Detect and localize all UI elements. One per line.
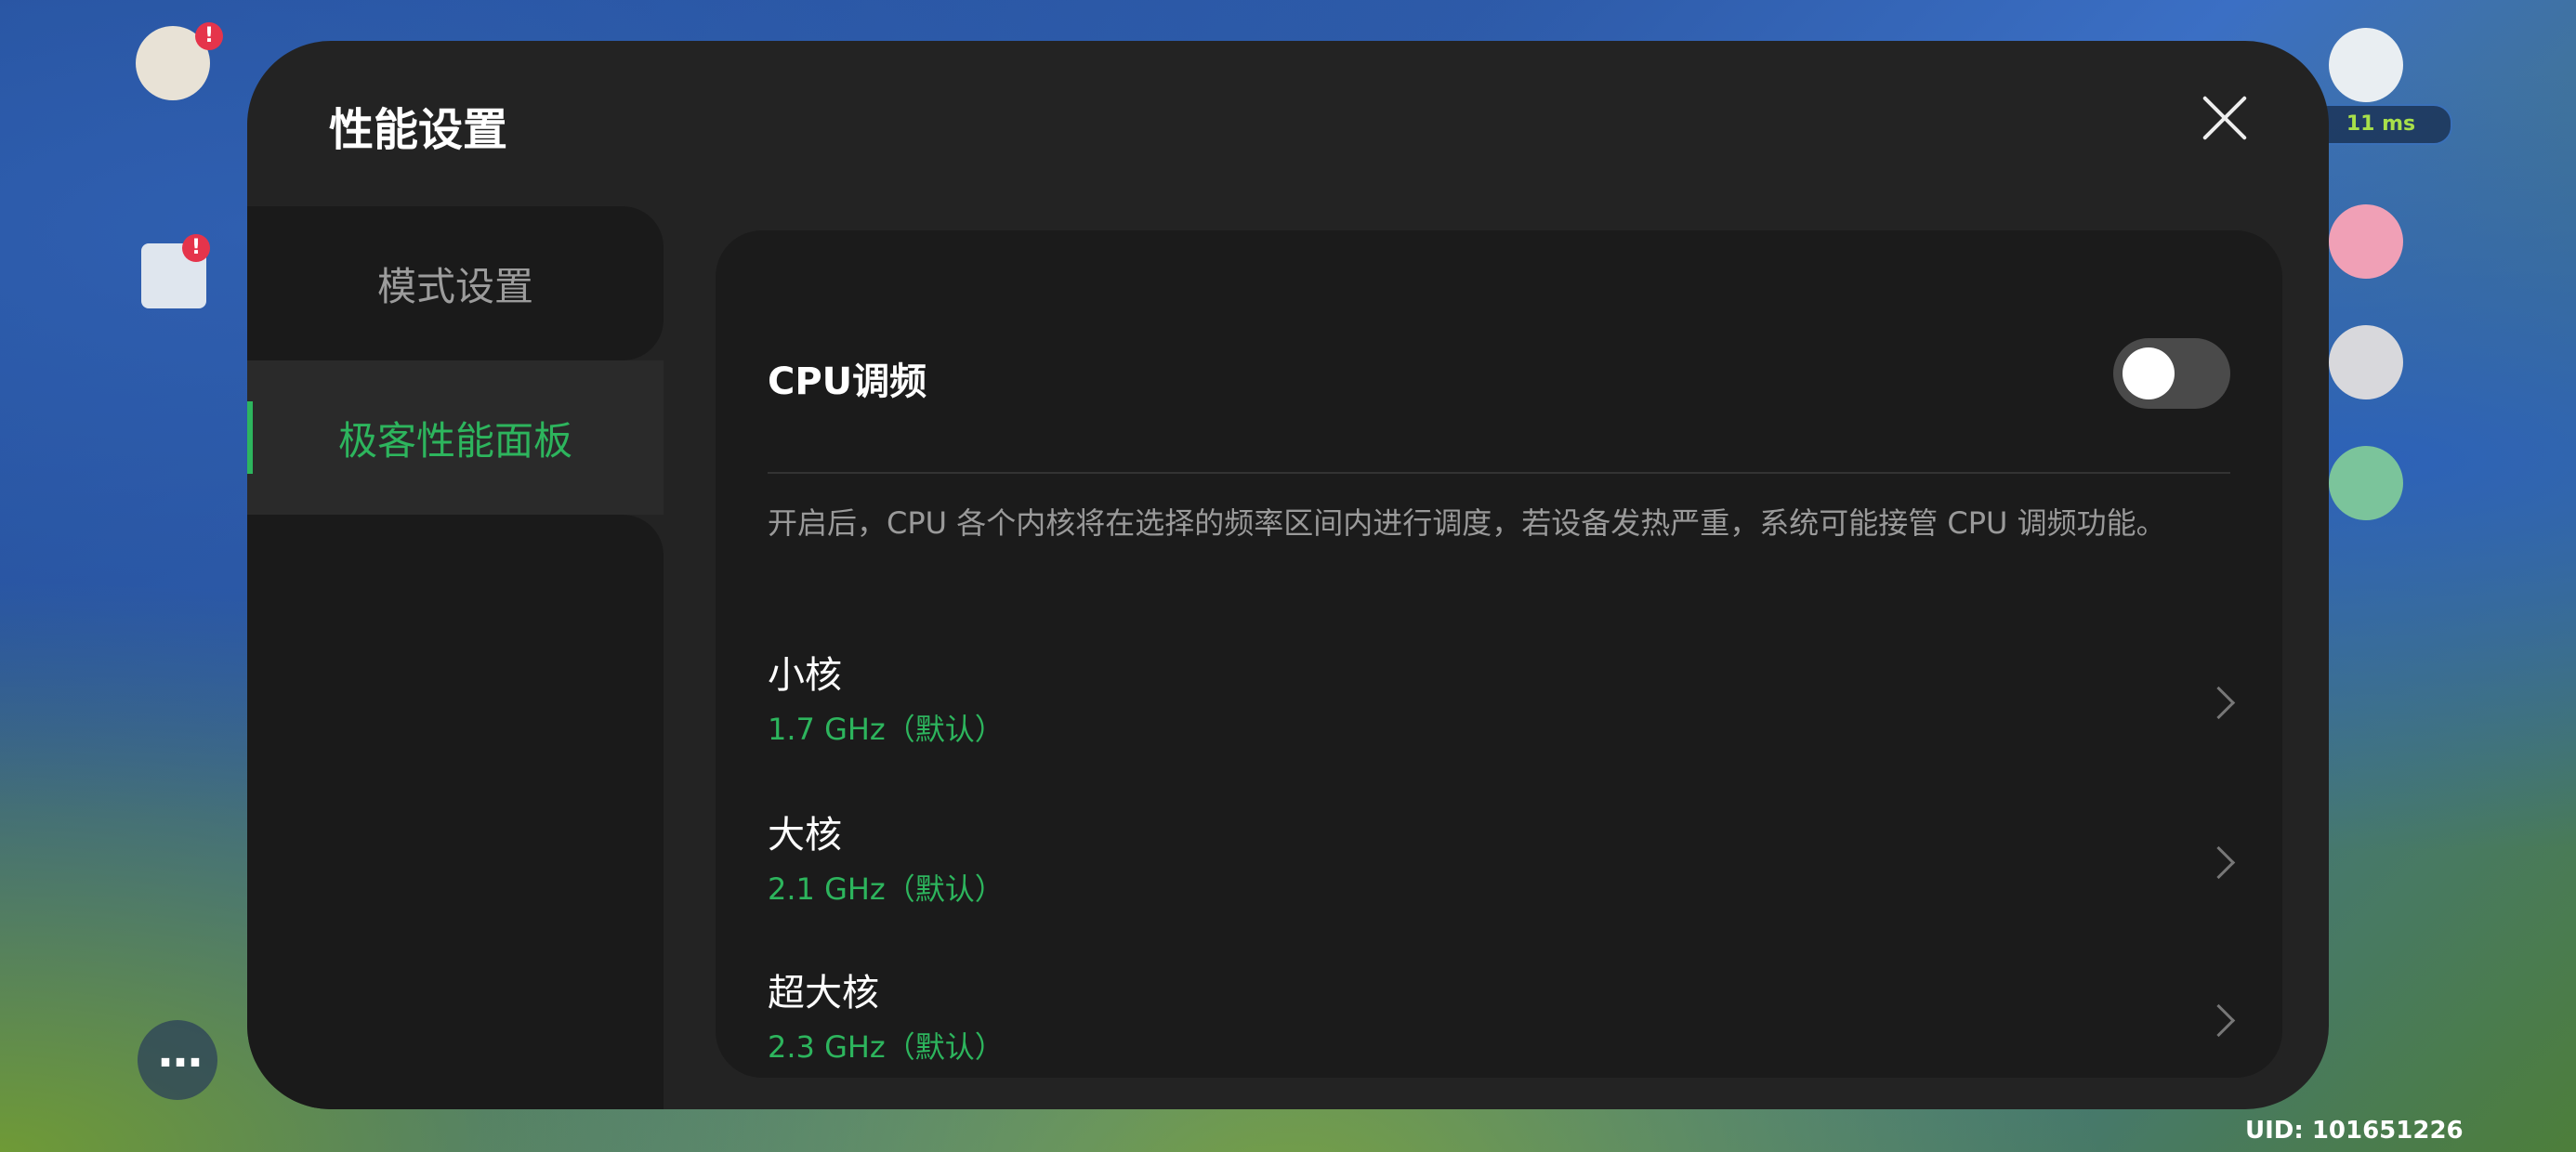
notification-badge: ! [182, 234, 210, 262]
core-name: 大核 [768, 814, 842, 857]
party-member-avatar[interactable] [2329, 204, 2403, 279]
cpu-frequency-label: CPU调频 [768, 360, 927, 403]
chevron-right-icon [2201, 1003, 2236, 1038]
core-row-prime[interactable]: 超大核 2.3 GHz（默认） [716, 962, 2282, 1109]
modal-title: 性能设置 [329, 104, 508, 156]
performance-settings-modal: 性能设置 模式设置 极客性能面板 CPU调频 开启后，CPU 各个内核将在选择的… [247, 41, 2329, 1109]
sidebar-item-label: 极客性能面板 [337, 417, 572, 464]
divider [768, 472, 2230, 474]
core-frequency-value: 1.7 GHz（默认） [768, 712, 1005, 747]
chat-icon[interactable] [138, 1020, 217, 1100]
party-member-avatar[interactable] [2329, 28, 2403, 102]
core-row-big[interactable]: 大核 2.1 GHz（默认） [716, 805, 2282, 953]
core-frequency-value: 2.3 GHz（默认） [768, 1029, 1005, 1065]
chevron-right-icon [2201, 845, 2236, 880]
core-row-little[interactable]: 小核 1.7 GHz（默认） [716, 645, 2282, 793]
ping-indicator: 11 ms [2309, 104, 2452, 145]
uid-label: UID: 101651226 [2245, 1117, 2464, 1145]
party-member-avatar[interactable] [2329, 325, 2403, 399]
party-member-avatar[interactable] [2329, 446, 2403, 520]
sidebar-empty-area [247, 515, 664, 1109]
close-icon[interactable] [2199, 92, 2251, 144]
core-name: 超大核 [768, 972, 879, 1015]
cpu-frequency-description: 开启后，CPU 各个内核将在选择的频率区间内进行调度，若设备发热严重，系统可能接… [768, 505, 2166, 541]
sidebar-item-label: 模式设置 [376, 263, 533, 309]
core-name: 小核 [768, 654, 842, 697]
core-frequency-value: 2.1 GHz（默认） [768, 871, 1005, 907]
chevron-right-icon [2201, 686, 2236, 720]
settings-content-panel: CPU调频 开启后，CPU 各个内核将在选择的频率区间内进行调度，若设备发热严重… [716, 230, 2282, 1078]
settings-sidebar: 模式设置 极客性能面板 [247, 206, 664, 1109]
cpu-frequency-toggle[interactable] [2113, 338, 2230, 409]
notification-badge: ! [195, 22, 223, 50]
sidebar-item-geek-performance-panel[interactable]: 极客性能面板 [247, 360, 664, 515]
toggle-knob [2123, 347, 2175, 399]
sidebar-item-mode-settings[interactable]: 模式设置 [247, 206, 664, 360]
